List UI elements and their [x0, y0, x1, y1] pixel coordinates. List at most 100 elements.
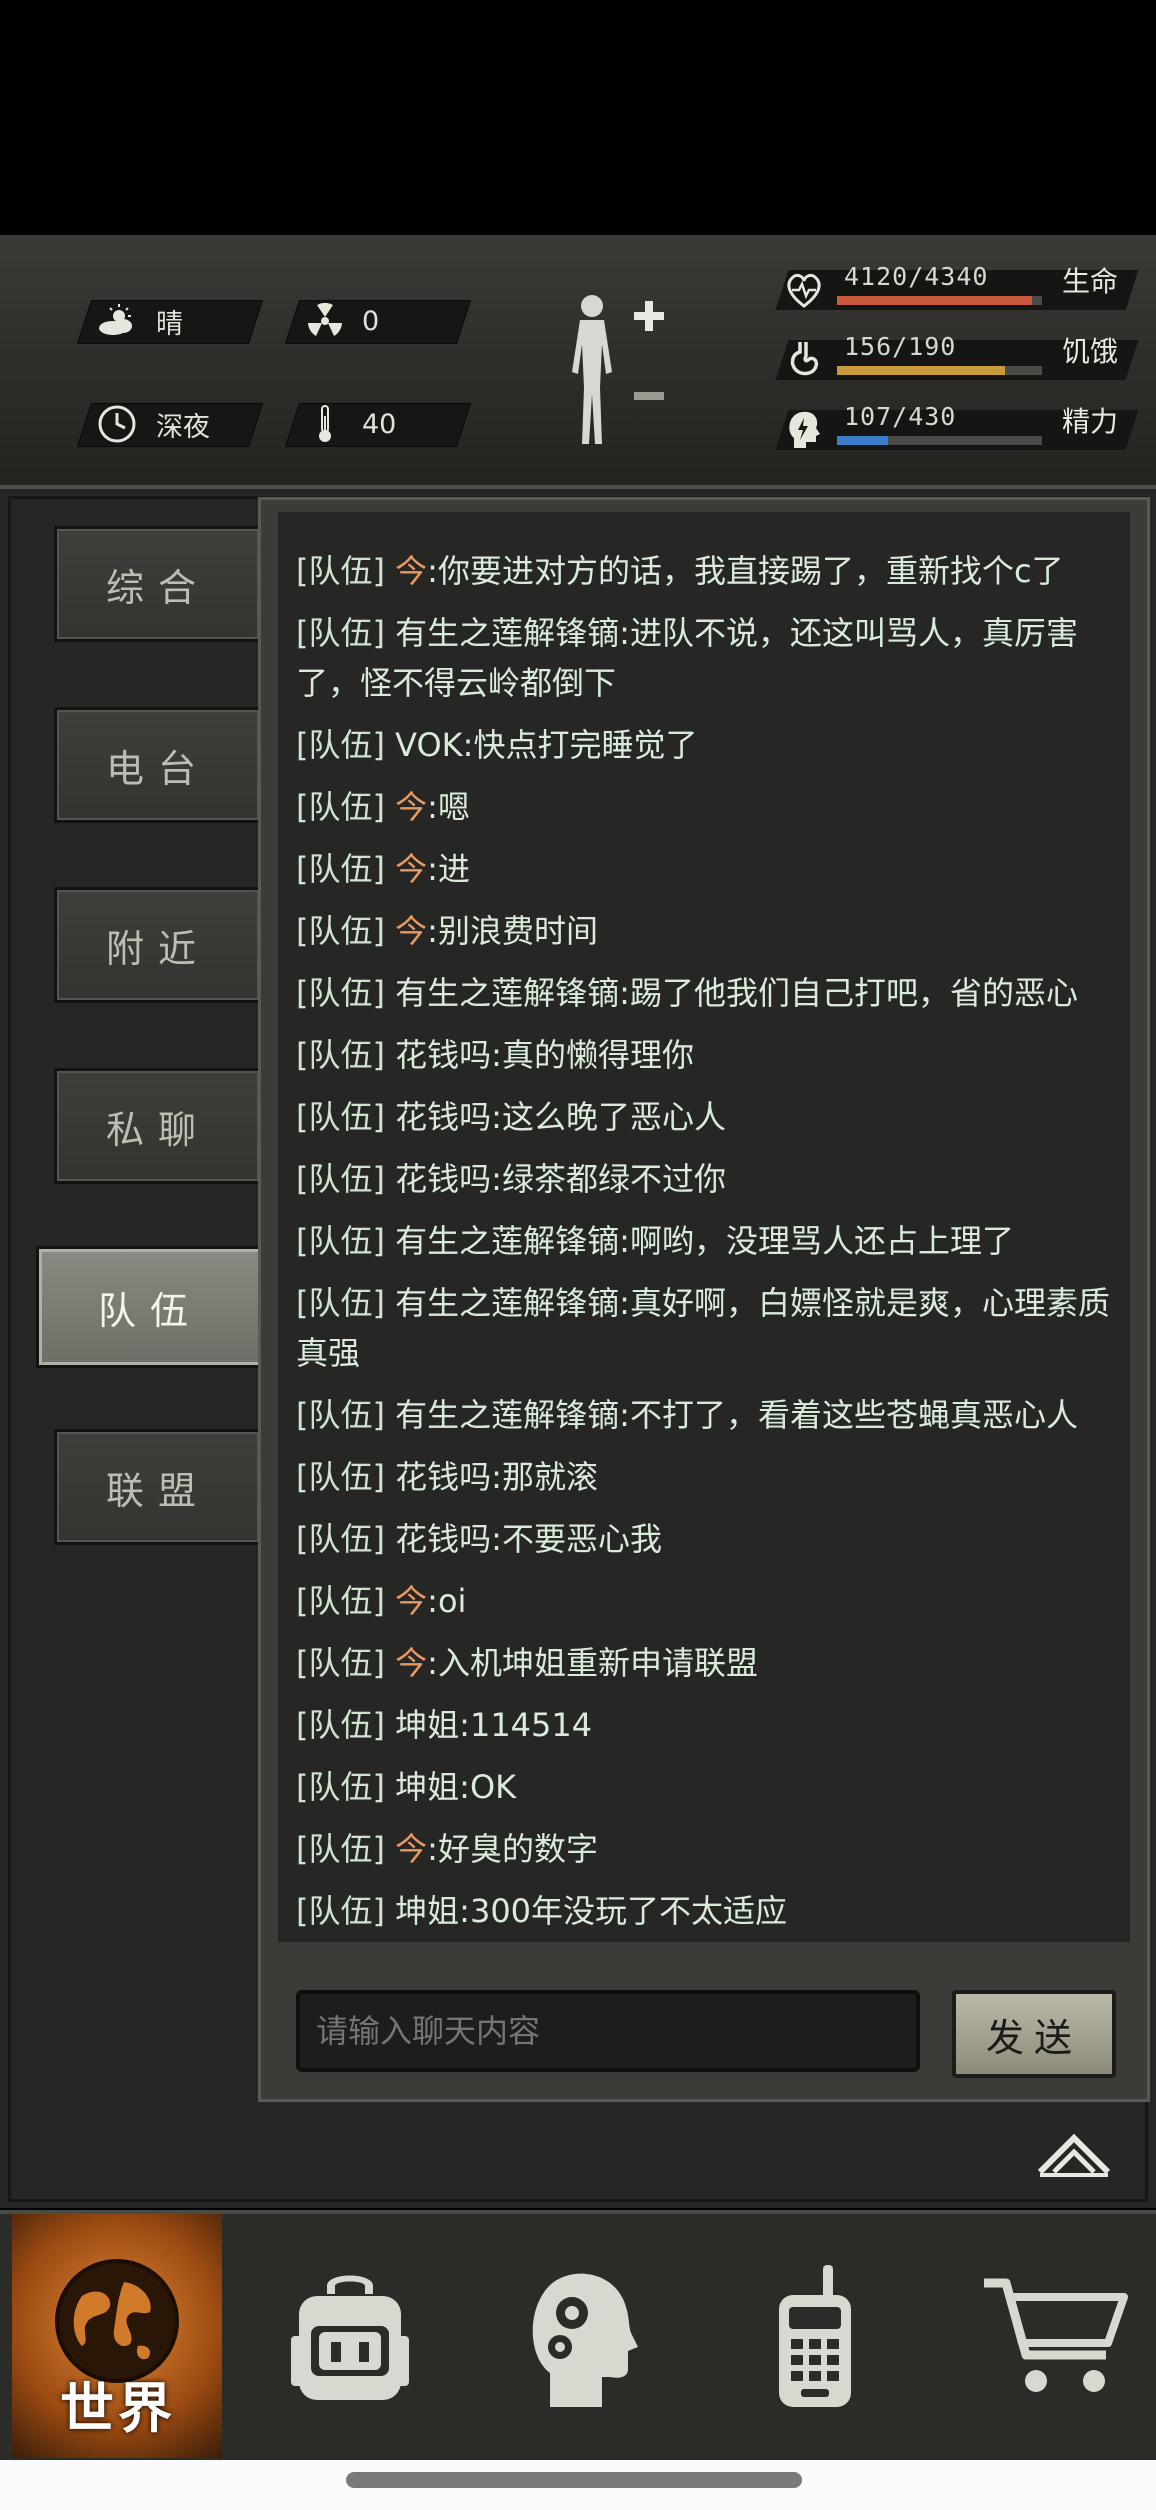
message-text: :进: [427, 850, 470, 888]
energy-bar-fill: [837, 436, 889, 445]
chat-input[interactable]: [296, 1990, 920, 2072]
temperature-value: 40: [362, 408, 397, 440]
message-text: :oi: [427, 1582, 467, 1620]
energy-stat: 107/430 精力: [782, 402, 1142, 458]
message-sender[interactable]: 今: [395, 788, 427, 826]
message-text: :入机坤姐重新申请联盟: [427, 1644, 758, 1682]
message-sender[interactable]: 今: [395, 1830, 427, 1868]
message-text: :不要恶心我: [491, 1520, 662, 1558]
message-sender[interactable]: 花钱吗: [395, 1098, 491, 1136]
message-sender[interactable]: 今: [395, 552, 427, 590]
nav-skills[interactable]: [500, 2214, 660, 2458]
message-channel: [队伍]: [296, 912, 385, 950]
chat-message: [队伍] 有生之莲解锋镝:进队不说，还这叫骂人，真厉害了，怪不得云岭都倒下: [278, 608, 1130, 708]
health-value: 4120/4340: [844, 262, 989, 291]
message-sender[interactable]: 有生之莲解锋镝: [395, 1284, 619, 1322]
message-sender[interactable]: 花钱吗: [395, 1520, 491, 1558]
message-sender[interactable]: 坤姐: [395, 1768, 459, 1806]
chat-message: [队伍] 有生之莲解锋镝:踢了他我们自己打吧，省的恶心: [278, 968, 1130, 1018]
message-channel: [队伍]: [296, 1098, 385, 1136]
hunger-bar-fill: [837, 366, 1006, 375]
health-bar-fill: [837, 296, 1032, 305]
chat-message: [队伍] 有生之莲解锋镝:真好啊，白嫖怪就是爽，心理素质真强: [278, 1278, 1130, 1378]
chat-message: [队伍] 今:oi: [278, 1576, 1130, 1626]
message-sender[interactable]: 花钱吗: [395, 1458, 491, 1496]
nav-backpack[interactable]: [270, 2214, 430, 2458]
message-sender[interactable]: 花钱吗: [395, 1160, 491, 1198]
message-text: :绿茶都绿不过你: [491, 1160, 726, 1198]
weather-icon: [92, 304, 142, 338]
health-label: 生命: [1062, 265, 1119, 298]
collapse-up-icon[interactable]: [1034, 2124, 1114, 2180]
chat-message: [队伍] 有生之莲解锋镝:不打了，看着这些苍蝇真恶心人: [278, 1390, 1130, 1440]
radiation-icon: [300, 303, 350, 339]
chat-message: [队伍] 花钱吗:真的懒得理你: [278, 1030, 1130, 1080]
message-channel: [队伍]: [296, 1520, 385, 1558]
message-text: :嗯: [427, 788, 470, 826]
home-indicator[interactable]: [346, 2472, 802, 2488]
tab-private[interactable]: 私聊: [54, 1068, 262, 1184]
energy-head-icon: [789, 411, 820, 448]
message-sender[interactable]: 今: [395, 912, 427, 950]
weather-text: 晴: [156, 308, 183, 340]
message-text: :好臭的数字: [427, 1830, 598, 1868]
message-sender[interactable]: 有生之莲解锋镝: [395, 974, 619, 1012]
chat-message: [队伍] 坤姐:114514: [278, 1700, 1130, 1750]
tab-general[interactable]: 综合: [54, 526, 262, 642]
message-text: :啊哟，没理骂人还占上理了: [619, 1222, 1014, 1260]
time-indicator: 深夜: [92, 403, 210, 445]
message-channel: [队伍]: [296, 1284, 385, 1322]
message-text: :OK: [459, 1768, 517, 1806]
message-text: :这么晚了恶心人: [491, 1098, 726, 1136]
message-text: :别浪费时间: [427, 912, 598, 950]
radiation-indicator: 0: [300, 300, 379, 342]
hunger-label: 饥饿: [1062, 335, 1119, 368]
tab-alliance[interactable]: 联盟: [54, 1429, 262, 1545]
message-sender[interactable]: VOK: [395, 726, 463, 764]
skills-head-icon: [532, 2273, 638, 2407]
message-text: :那就滚: [491, 1458, 598, 1496]
tab-radio[interactable]: 电台: [54, 707, 262, 823]
message-sender[interactable]: 今: [395, 850, 427, 888]
chat-message: [队伍] 坤姐:300年没玩了不太适应: [278, 1886, 1130, 1936]
message-sender[interactable]: 今: [395, 1582, 427, 1620]
hunger-value: 156/190: [844, 332, 957, 361]
message-list: [队伍] 今:你要进对方的话，我直接踢了，重新找个c了 [队伍] 有生之莲解锋镝:…: [278, 546, 1130, 1936]
message-sender[interactable]: 坤姐: [395, 1892, 459, 1930]
backpack-icon: [291, 2275, 409, 2400]
time-of-day-text: 深夜: [156, 411, 210, 443]
message-text: :114514: [459, 1706, 593, 1744]
message-text: :你要进对方的话，我直接踢了，重新找个c了: [427, 552, 1064, 590]
message-text: :真的懒得理你: [491, 1036, 694, 1074]
body-status-icon[interactable]: [560, 292, 670, 452]
message-channel: [队伍]: [296, 552, 385, 590]
chat-message: [队伍] 花钱吗:这么晚了恶心人: [278, 1092, 1130, 1142]
send-button[interactable]: 发送: [952, 1990, 1116, 2078]
nav-shop[interactable]: [970, 2214, 1140, 2458]
chat-message: [队伍] VOK:快点打完睡觉了: [278, 720, 1130, 770]
message-sender[interactable]: 有生之莲解锋镝: [395, 1396, 619, 1434]
tab-team[interactable]: 队伍: [36, 1246, 264, 1368]
message-sender[interactable]: 今: [395, 1644, 427, 1682]
message-channel: [队伍]: [296, 1582, 385, 1620]
chat-message: [队伍] 有生之莲解锋镝:啊哟，没理骂人还占上理了: [278, 1216, 1130, 1266]
stomach-icon: [790, 342, 819, 376]
message-sender[interactable]: 有生之莲解锋镝: [395, 614, 619, 652]
nav-radio[interactable]: [740, 2214, 890, 2458]
message-channel: [队伍]: [296, 1222, 385, 1260]
tab-nearby[interactable]: 附近: [54, 887, 262, 1003]
message-text: :快点打完睡觉了: [462, 726, 698, 764]
hunger-bar: [837, 366, 1042, 375]
message-sender[interactable]: 有生之莲解锋镝: [395, 1222, 619, 1260]
message-sender[interactable]: 花钱吗: [395, 1036, 491, 1074]
message-sender[interactable]: 坤姐: [395, 1706, 459, 1744]
weather-indicator: 晴: [92, 300, 183, 342]
cart-icon: [984, 2278, 1128, 2392]
message-text: :300年没玩了不太适应: [459, 1892, 788, 1930]
status-bar-area: [0, 0, 1156, 235]
message-channel: [队伍]: [296, 1892, 385, 1930]
chat-log[interactable]: [队伍] 今:你要进对方的话，我直接踢了，重新找个c了 [队伍] 有生之莲解锋镝:…: [278, 512, 1130, 1942]
message-channel: [队伍]: [296, 1830, 385, 1868]
temperature-indicator: 40: [300, 403, 396, 445]
message-channel: [队伍]: [296, 1768, 385, 1806]
